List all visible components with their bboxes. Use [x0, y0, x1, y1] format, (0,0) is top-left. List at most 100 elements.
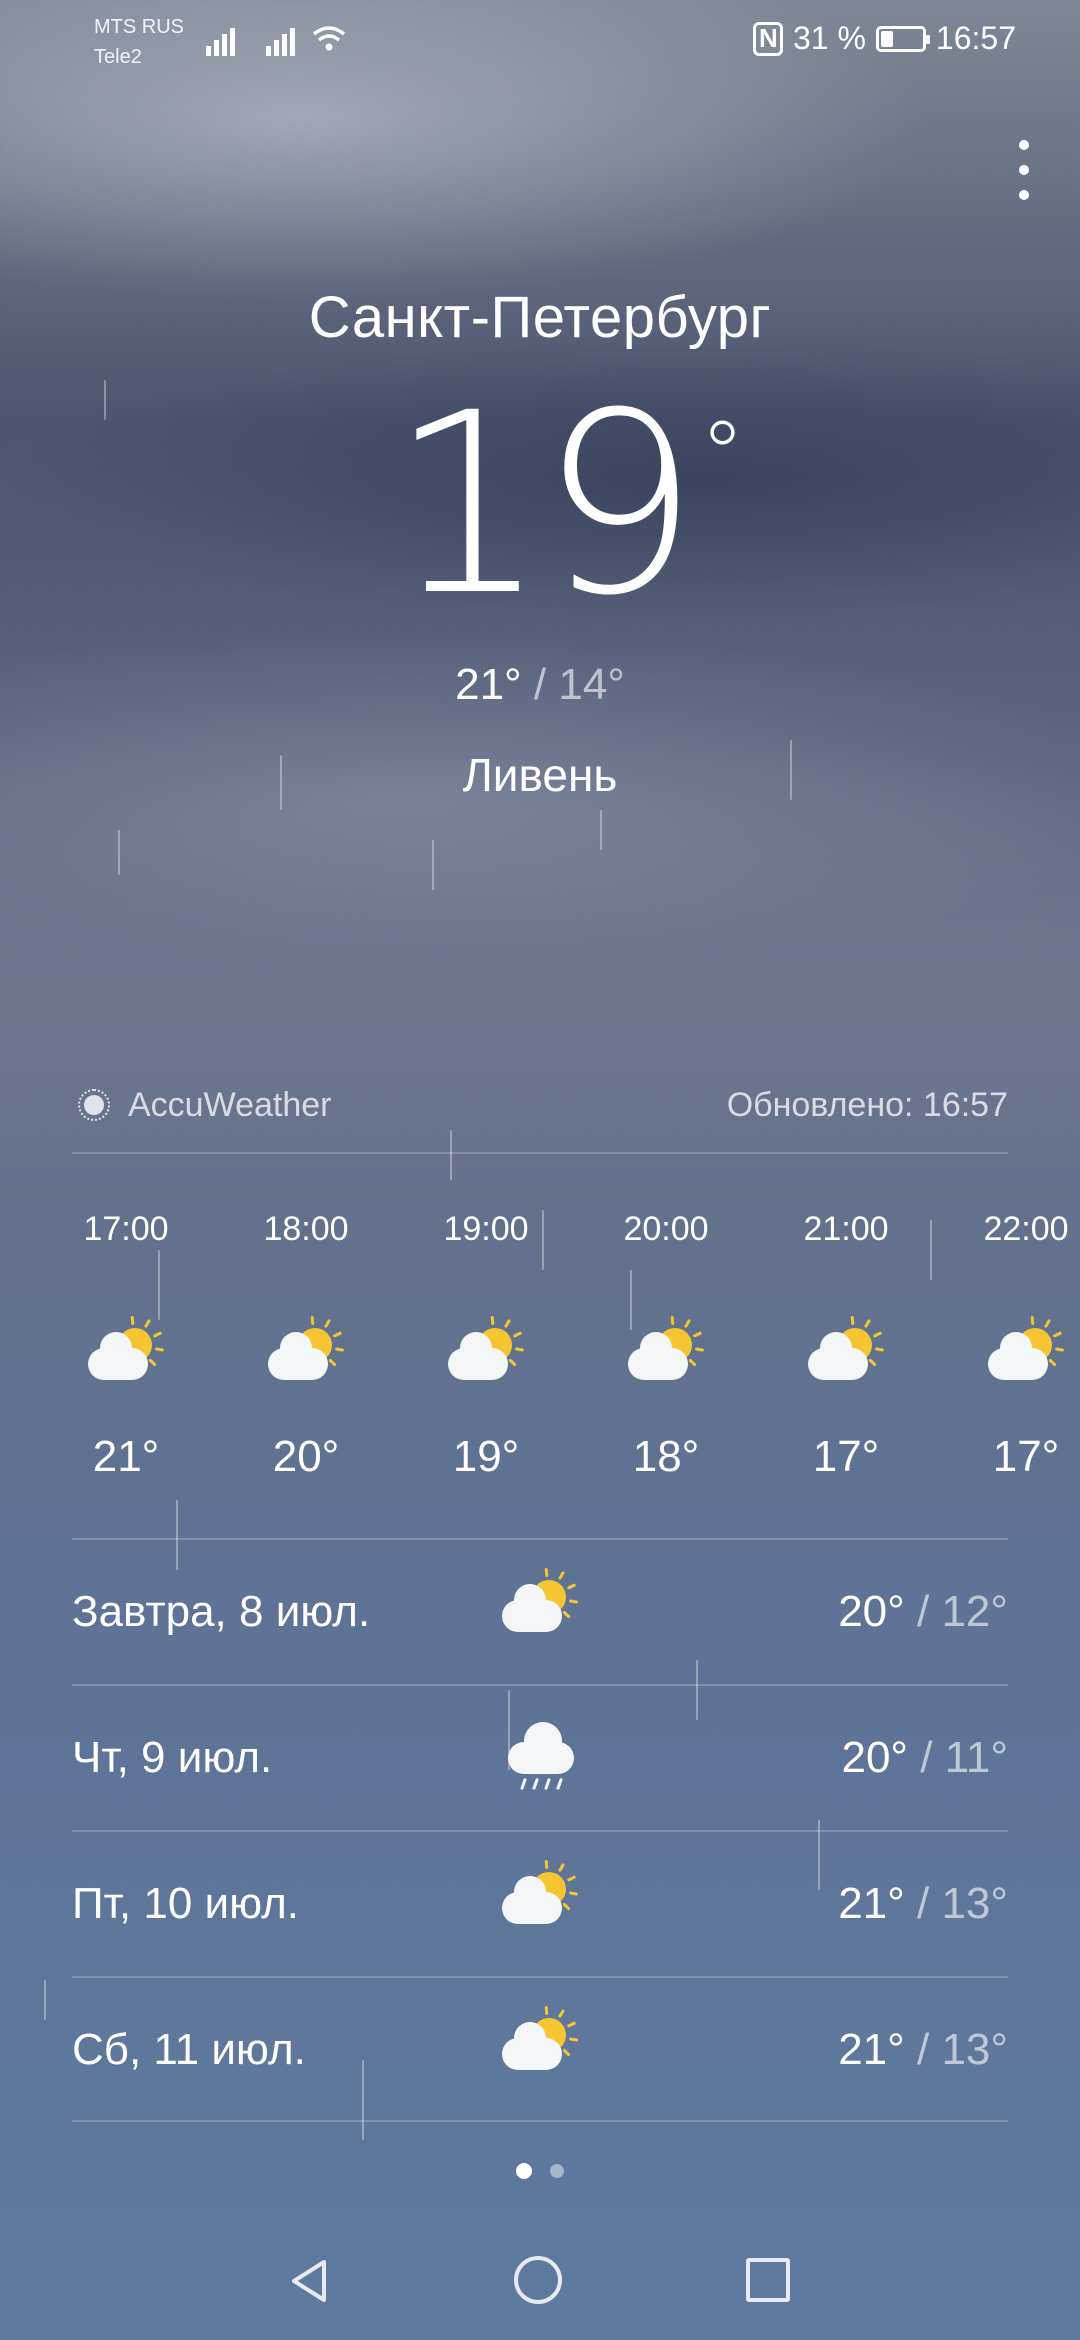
provider-label: AccuWeather — [128, 1085, 332, 1124]
day-range: 20° / 12° — [838, 1587, 1008, 1637]
nfc-icon — [752, 21, 783, 56]
hour-time: 19:00 — [443, 1210, 529, 1248]
page-dot-active[interactable] — [516, 2163, 532, 2179]
range-separator: / — [916, 1879, 930, 1928]
sun-ray — [874, 1347, 885, 1352]
sun-ray — [566, 2021, 577, 2028]
partly-cloudy-icon — [502, 2005, 582, 2090]
sun-ray — [670, 1315, 675, 1325]
sun-ray — [130, 1315, 135, 1325]
sun-ray — [143, 1318, 152, 1329]
sun-ray — [490, 1315, 495, 1325]
partly-cloudy-icon — [808, 1315, 885, 1386]
sun-ray — [683, 1318, 692, 1329]
sun-ray — [323, 1318, 332, 1329]
sun-ray — [1052, 1331, 1063, 1338]
day-range: 20° / 11° — [841, 1733, 1008, 1783]
range-separator: / — [920, 1733, 933, 1782]
sun-ray — [148, 1358, 157, 1367]
battery-icon — [875, 25, 930, 52]
signal-2-icon — [266, 22, 295, 56]
day-high: 21° — [838, 1879, 905, 1928]
back-icon[interactable] — [286, 2256, 336, 2306]
day-label: Чт, 9 июл. — [72, 1733, 273, 1782]
source-row: AccuWeather Обновлено: 16:57 — [78, 1080, 1008, 1130]
page-indicator — [0, 2163, 1080, 2179]
sun-ray — [692, 1331, 703, 1338]
hour-time: 18:00 — [263, 1210, 349, 1248]
sun-ray — [566, 1875, 577, 1882]
partly-cloudy-icon — [88, 1315, 165, 1386]
day-low: 11° — [944, 1733, 1008, 1782]
partly-cloudy-icon — [268, 1315, 345, 1386]
sun-ray — [310, 1315, 315, 1325]
daily-row[interactable]: Сб, 11 июл. 21° / 13° — [72, 1978, 1008, 2122]
provider[interactable]: AccuWeather — [78, 1086, 331, 1125]
sun-ray — [872, 1331, 883, 1338]
daily-row[interactable]: Чт, 9 июл. 20° / 11° — [72, 1686, 1008, 1830]
day-high: 20° — [841, 1733, 909, 1782]
sun-ray — [568, 2037, 579, 2042]
day-range: 21° / 13° — [838, 1879, 1008, 1929]
sun-ray — [557, 1570, 566, 1581]
daily-row[interactable]: Завтра, 8 июл. 20° / 12° — [72, 1540, 1008, 1684]
divider — [72, 1152, 1008, 1154]
day-low: 13° — [941, 2025, 1008, 2074]
carrier-1-label: MTS RUS — [94, 16, 184, 38]
sun-ray — [1030, 1315, 1035, 1325]
day-label: Пт, 10 июл. — [72, 1879, 300, 1928]
carrier-2-label: Tele2 — [94, 46, 142, 68]
sun-ray — [332, 1331, 343, 1338]
status-right-group: 31 % 16:57 — [752, 20, 1016, 57]
more-options-icon[interactable] — [1012, 140, 1036, 200]
sun-ray — [514, 1347, 525, 1352]
range-separator: / — [533, 660, 547, 709]
daily-row[interactable]: Пт, 10 июл. 21° / 13° — [72, 1832, 1008, 1976]
hour-time: 22:00 — [983, 1210, 1069, 1248]
sun-ray — [562, 1610, 571, 1619]
hour-temp: 21° — [92, 1432, 160, 1481]
city-name[interactable]: Санкт-Петербург — [0, 284, 1080, 351]
navigation-bar — [0, 2240, 1080, 2340]
battery-percent: 31 % — [792, 20, 866, 56]
range-separator: / — [916, 1587, 930, 1636]
day-range: 21° / 13° — [838, 2025, 1008, 2075]
sun-ray — [562, 2048, 571, 2057]
low-temp: 14° — [558, 660, 625, 709]
weather-condition: Ливень — [462, 749, 618, 801]
current-temperature: 19 ° — [0, 380, 1080, 630]
sun-ray — [1043, 1318, 1052, 1329]
recent-apps-icon[interactable] — [746, 2258, 790, 2302]
day-label: Завтра, 8 июл. — [72, 1587, 371, 1636]
sun-ray — [568, 1599, 579, 1604]
sun-ray — [568, 1891, 579, 1896]
day-high: 20° — [838, 1587, 905, 1636]
day-label: Сб, 11 июл. — [72, 2025, 306, 2074]
home-icon[interactable] — [514, 2256, 562, 2304]
sun-ray — [863, 1318, 872, 1329]
signal-1-icon — [206, 22, 235, 56]
partly-cloudy-icon — [502, 1567, 582, 1652]
sun-ray — [152, 1331, 163, 1338]
sun-ray — [544, 2005, 549, 2015]
wifi-icon — [312, 26, 346, 51]
status-bar: MTS RUS Tele2 31 % 16:57 — [0, 0, 1080, 80]
range-separator: / — [916, 2025, 930, 2074]
sun-ray — [1048, 1358, 1057, 1367]
partly-cloudy-icon — [628, 1315, 705, 1386]
hour-temp: 17° — [992, 1432, 1060, 1481]
sun-ray — [512, 1331, 523, 1338]
page-dot[interactable] — [550, 2164, 564, 2178]
sun-ray — [334, 1347, 345, 1352]
sun-ray — [1054, 1347, 1065, 1352]
sun-ray — [544, 1567, 549, 1577]
sun-ray — [154, 1347, 165, 1352]
sun-ray — [688, 1358, 697, 1367]
partly-cloudy-icon — [448, 1315, 525, 1386]
hourly-forecast[interactable]: 17:00 21° 18:00 20° 19:00 19° 20:00 18° … — [0, 1200, 1080, 1500]
hour-time: 17:00 — [83, 1210, 169, 1248]
sun-ray — [557, 1862, 566, 1873]
sun-ray — [850, 1315, 855, 1325]
hour-time: 20:00 — [623, 1210, 709, 1248]
sun-ray — [868, 1358, 877, 1367]
